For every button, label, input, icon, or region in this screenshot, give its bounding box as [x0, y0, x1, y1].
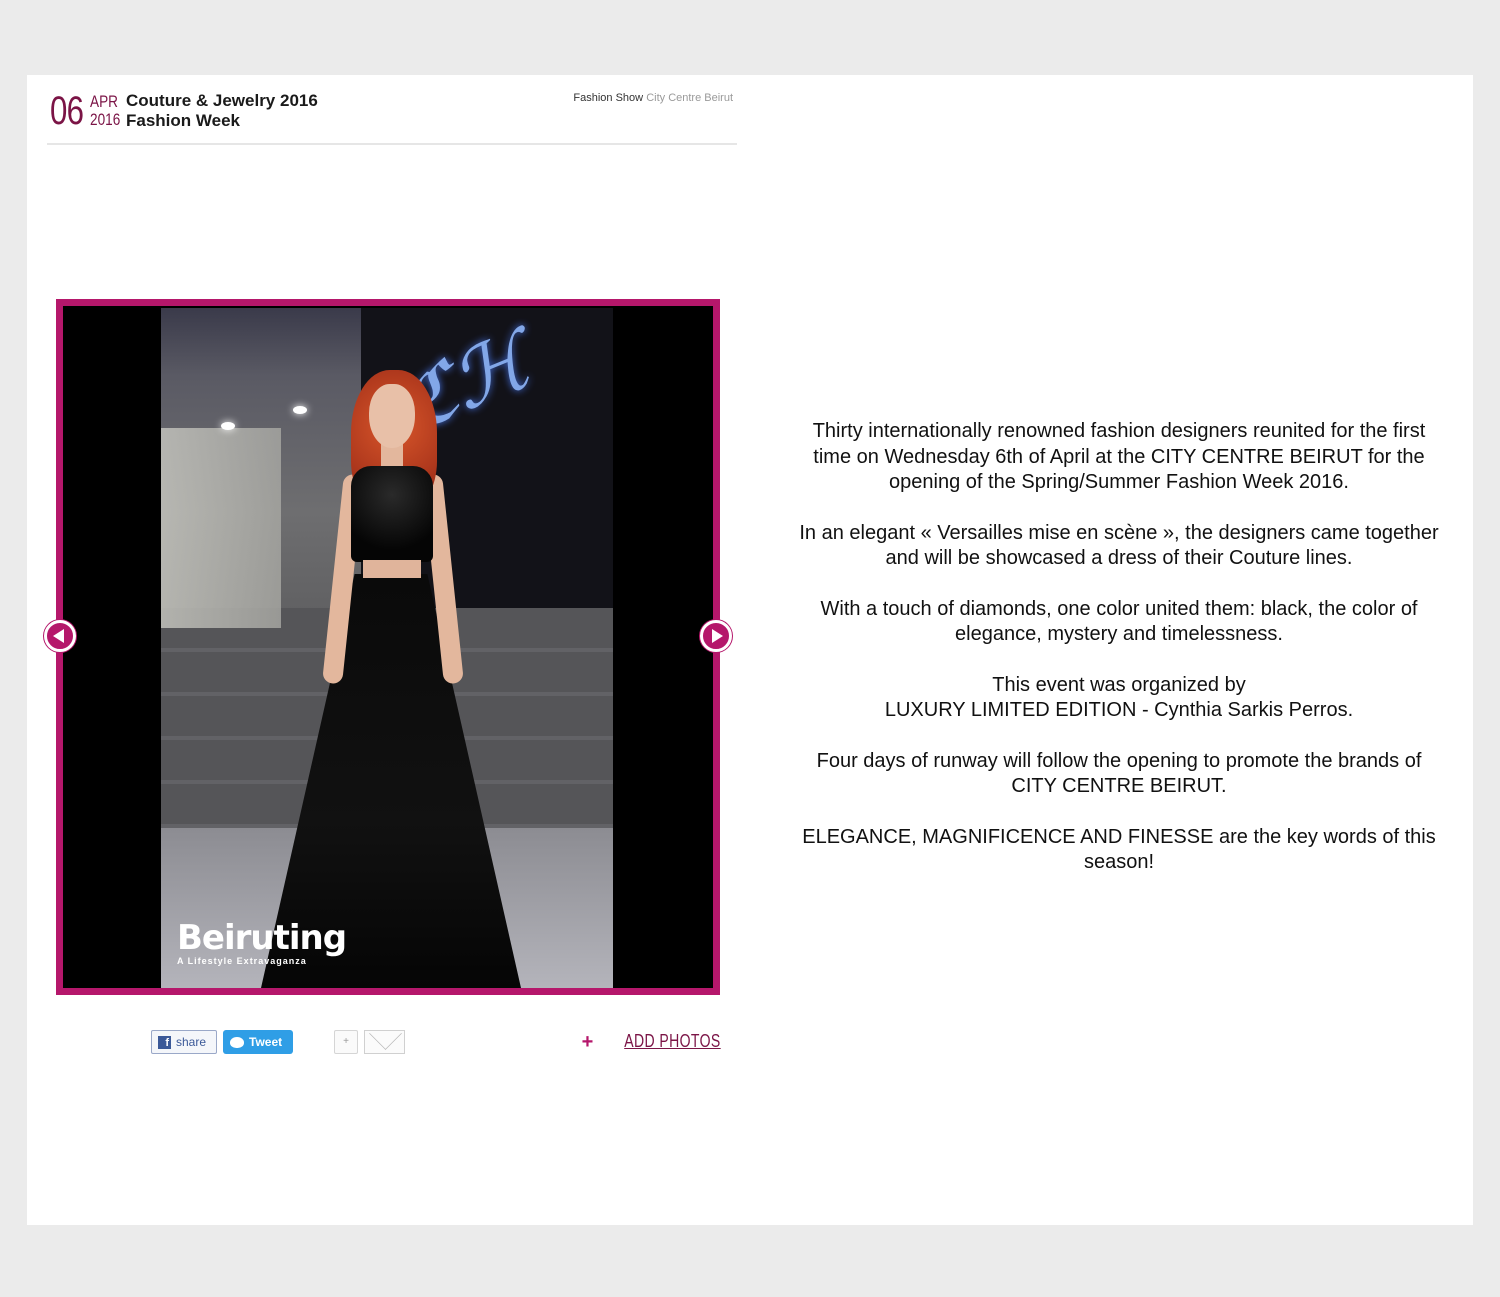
event-year: 2016 [90, 110, 121, 129]
article-paragraph: In an elegant « Versailles mise en scène… [799, 521, 1439, 570]
event-header: 06 APR 2016 Couture & Jewelry 2016 Fashi… [47, 89, 737, 145]
event-title: Couture & Jewelry 2016 [126, 91, 318, 110]
event-day: 06 [50, 89, 84, 133]
add-photos-label: ADD PHOTOS [624, 1031, 721, 1051]
next-photo-button[interactable] [700, 620, 732, 652]
page-card: 06 APR 2016 Couture & Jewelry 2016 Fashi… [27, 75, 1473, 1225]
share-bar: f share Tweet + + ADD PHOTOS [151, 1029, 721, 1057]
breadcrumb-category[interactable]: Fashion Show [573, 92, 643, 104]
prev-photo-button[interactable] [44, 620, 76, 652]
email-icon[interactable] [364, 1030, 405, 1054]
event-description: Thirty internationally renowned fashion … [797, 419, 1441, 901]
tweet-button[interactable]: Tweet [223, 1030, 293, 1054]
plus-one-button[interactable]: + [334, 1030, 358, 1054]
model-midriff [363, 560, 421, 578]
article-paragraph: Thirty internationally renowned fashion … [812, 420, 1426, 493]
add-photos-link[interactable]: + ADD PHOTOS [582, 1031, 721, 1052]
stage-light [221, 422, 235, 430]
watermark-logo: Beiruting [177, 918, 347, 958]
article-paragraph: ELEGANCE, MAGNIFICENCE AND FINESSE are t… [802, 825, 1436, 874]
runway-model [241, 370, 561, 988]
gallery-photo[interactable]: ℭℋ Beiruting A Lifestyle Extravaganza [161, 308, 613, 988]
breadcrumb: Fashion Show City Centre Beirut [573, 92, 733, 104]
article-paragraph: Four days of runway will follow the open… [816, 749, 1422, 798]
twitter-bird-icon [230, 1036, 244, 1048]
watermark: Beiruting A Lifestyle Extravaganza [177, 918, 347, 966]
event-month: APR [90, 92, 118, 111]
photo-gallery: ℭℋ Beiruting A Lifestyle Extravaganza [56, 299, 720, 995]
tweet-label: Tweet [249, 1035, 283, 1049]
facebook-share-label: share [176, 1035, 207, 1049]
arrow-right-icon [712, 629, 723, 643]
article-paragraph: With a touch of diamonds, one color unit… [820, 597, 1418, 646]
model-bodice [351, 466, 433, 562]
facebook-share-button[interactable]: f share [151, 1030, 217, 1054]
arrow-left-icon [53, 629, 64, 643]
event-subtitle: Fashion Week [126, 111, 240, 130]
plus-icon: + [581, 1030, 594, 1053]
article-paragraph: This event was organized by LUXURY LIMITE… [884, 673, 1354, 722]
breadcrumb-venue[interactable]: City Centre Beirut [646, 92, 733, 104]
model-face [369, 384, 415, 448]
facebook-icon: f [158, 1035, 171, 1049]
